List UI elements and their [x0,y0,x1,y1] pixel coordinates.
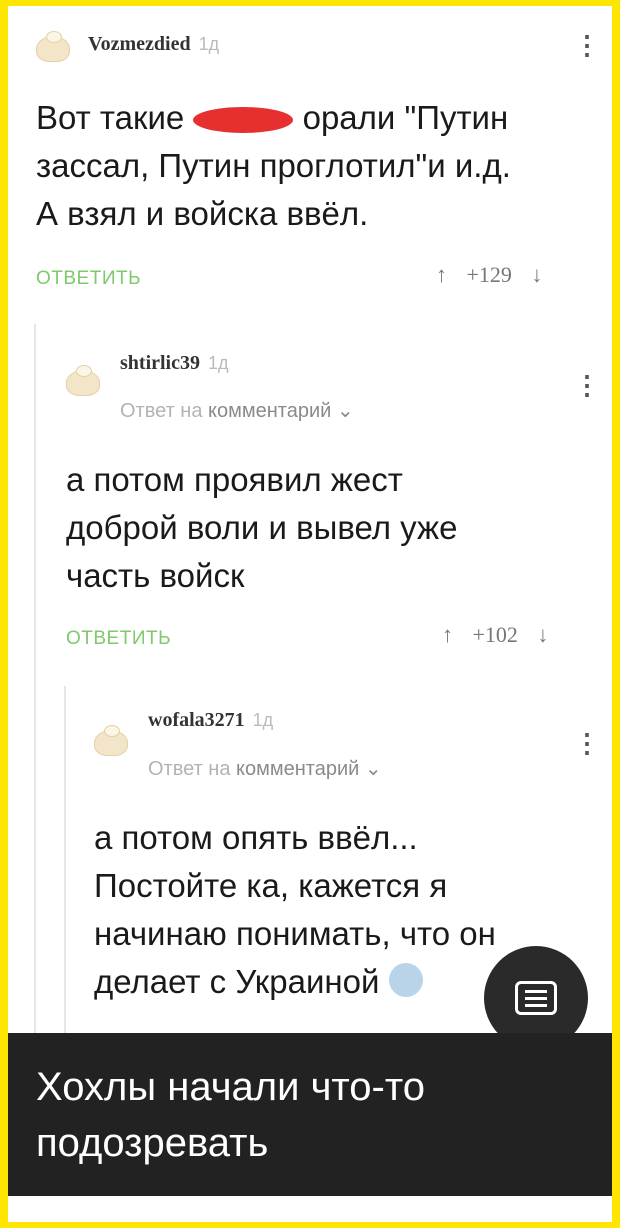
comment-author[interactable]: shtirlic39 1д [120,352,229,375]
chevron-down-icon: ⌄ [364,758,382,780]
more-icon[interactable]: ⋮ [574,730,600,756]
comment-body: а потом проявил жест доброй воли и вывел… [66,461,458,594]
more-icon[interactable]: ⋮ [574,32,600,58]
avatar[interactable] [36,31,70,62]
comment-author[interactable]: Vozmezdied 1д [88,33,219,56]
rating-value: +102 [472,622,518,647]
caption-banner: Хохлы начали что-то подозревать [8,1033,612,1196]
comment-icon [515,981,557,1015]
downvote-icon[interactable]: ↓ [537,622,548,647]
upvote-icon[interactable]: ↑ [442,622,453,647]
thread-line [64,686,66,1046]
rating-controls: ↑ +129 ↓ [436,262,542,288]
upvote-icon[interactable]: ↑ [436,262,447,287]
avatar[interactable] [66,365,100,396]
redaction-mark [193,107,294,134]
reply-to-link[interactable]: Ответ на комментарий ⌄ [148,756,382,781]
avatar[interactable] [94,725,128,756]
comment-time: 1д [252,710,274,730]
downvote-icon[interactable]: ↓ [531,262,542,287]
screenshot-frame: Vozmezdied 1д ⋮ Вот такие орали "Путин за… [8,6,612,1222]
reply-button[interactable]: ОТВЕТИТЬ [36,268,141,290]
screaming-face-emoji-icon [388,963,423,997]
reply-button[interactable]: ОТВЕТИТЬ [66,628,171,650]
rating-controls: ↑ +102 ↓ [442,622,548,648]
chevron-down-icon: ⌄ [336,400,354,422]
rating-value: +129 [466,262,512,287]
more-icon[interactable]: ⋮ [574,372,600,398]
comment-body: Вот такие орали "Путин зассал, Путин про… [36,99,511,232]
reply-to-link[interactable]: Ответ на комментарий ⌄ [120,398,354,423]
comment-time: 1д [208,353,229,373]
thread-line [34,324,36,1044]
caption-text: Хохлы начали что-то подозревать [36,1065,425,1165]
comment-time: 1д [198,34,220,54]
comment-author[interactable]: wofala3271 1д [148,709,273,732]
